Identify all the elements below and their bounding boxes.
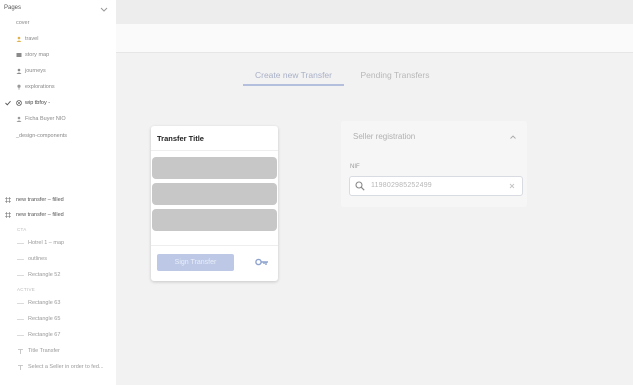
layer-icon [17, 243, 24, 244]
transfer-card: Transfer Title Sign Transfer [151, 126, 278, 281]
layer-icon [17, 275, 24, 276]
frame-label: new transfer – filled [16, 197, 64, 203]
page-item-label: travel [25, 36, 39, 42]
layer-item[interactable]: Rectangle 67 [0, 330, 116, 342]
text-layer-icon [18, 349, 23, 354]
nif-label: NIF [350, 164, 360, 170]
close-icon[interactable] [508, 182, 516, 190]
frame-icon [5, 212, 11, 218]
layer-label: outlines [28, 256, 47, 262]
layer-item[interactable]: Rectangle 52 [0, 270, 116, 282]
divider [151, 150, 278, 151]
layer-label: Rectangle 67 [28, 332, 61, 338]
key-icon[interactable] [255, 257, 269, 267]
canvas-top-bar [116, 0, 633, 24]
person-icon [16, 68, 22, 74]
layer-label: Title Transfer [28, 348, 60, 354]
page-item-label: journeys [25, 68, 46, 74]
layers-panel: Pages cover travel story map journeys ex… [0, 0, 116, 385]
page-item-cover[interactable]: cover [0, 18, 116, 30]
page-item-label: wip tbfoy - [25, 100, 51, 106]
seller-registration-panel: Seller registration NIF 119802985252499 [341, 121, 527, 207]
layer-item[interactable]: Rectangle 63 [0, 298, 116, 310]
page-item-explorations[interactable]: explorations [0, 82, 116, 94]
layer-item[interactable]: Rectangle 65 [0, 314, 116, 326]
nif-value: 119802985252499 [371, 182, 432, 189]
sign-transfer-button[interactable]: Sign Transfer [157, 254, 234, 271]
pin-icon [17, 84, 21, 90]
page-item-label: explorations [25, 84, 55, 90]
tab-pending-transfers[interactable]: Pending Transfers [350, 70, 440, 86]
person-icon [16, 36, 22, 42]
chevron-down-icon[interactable] [99, 4, 109, 14]
person-icon [16, 116, 22, 122]
chevron-up-icon[interactable] [509, 133, 517, 141]
page-item-label: _design-components [16, 133, 68, 139]
layer-label: Hotrel 1 – map [28, 240, 65, 246]
frame-item[interactable]: new transfer – filled [0, 210, 116, 222]
layer-label: Rectangle 65 [28, 316, 61, 322]
page-item-ficha-buyer[interactable]: Ficha Buyer NIO [0, 114, 116, 126]
page-item-label: Ficha Buyer NIO [25, 116, 66, 122]
nif-search-field[interactable]: 119802985252499 [349, 176, 523, 196]
layer-icon [17, 335, 24, 336]
layer-item[interactable]: Title Transfer [0, 346, 116, 358]
layer-label: Rectangle 63 [28, 300, 61, 306]
layer-icon [17, 303, 24, 304]
app-header [116, 24, 633, 53]
divider [151, 245, 278, 246]
page-item-label: story map [25, 52, 50, 58]
frame-label: new transfer – filled [16, 212, 64, 218]
skeleton-placeholder [152, 209, 277, 231]
seller-registration-title: Seller registration [353, 132, 416, 141]
page-item-story-map[interactable]: story map [0, 50, 116, 62]
frame-icon [5, 197, 11, 203]
layer-icon [17, 319, 24, 320]
check-icon [5, 100, 11, 106]
skeleton-placeholder [152, 157, 277, 179]
map-icon [16, 53, 22, 57]
layer-icon [17, 259, 24, 260]
transfer-title: Transfer Title [157, 134, 204, 143]
compass-icon [16, 100, 22, 106]
layer-item[interactable]: outlines [0, 254, 116, 266]
page-item-design-components[interactable]: _design-components [0, 131, 116, 143]
page-item-label: cover [16, 20, 30, 26]
page-item-travel[interactable]: travel [0, 34, 116, 46]
layer-label: Rectangle 52 [28, 272, 61, 278]
layer-item[interactable]: Hotrel 1 – map [0, 238, 116, 250]
page-item-wip[interactable]: wip tbfoy - [0, 98, 116, 110]
skeleton-placeholder [152, 183, 277, 205]
text-layer-icon [18, 365, 23, 370]
pages-title: Pages [4, 5, 22, 11]
layer-section-label: ACTIVE [17, 287, 36, 292]
active-tab-indicator [243, 84, 344, 86]
layer-section-label: CTA [17, 227, 27, 232]
pages-header[interactable]: Pages [0, 3, 116, 17]
frame-item[interactable]: new transfer – filled [0, 195, 116, 207]
layer-item[interactable]: Select a Seller in order to fed... [0, 362, 116, 374]
page-item-journeys[interactable]: journeys [0, 66, 116, 78]
search-icon [355, 181, 365, 191]
layer-label: Select a Seller in order to fed... [28, 364, 104, 370]
